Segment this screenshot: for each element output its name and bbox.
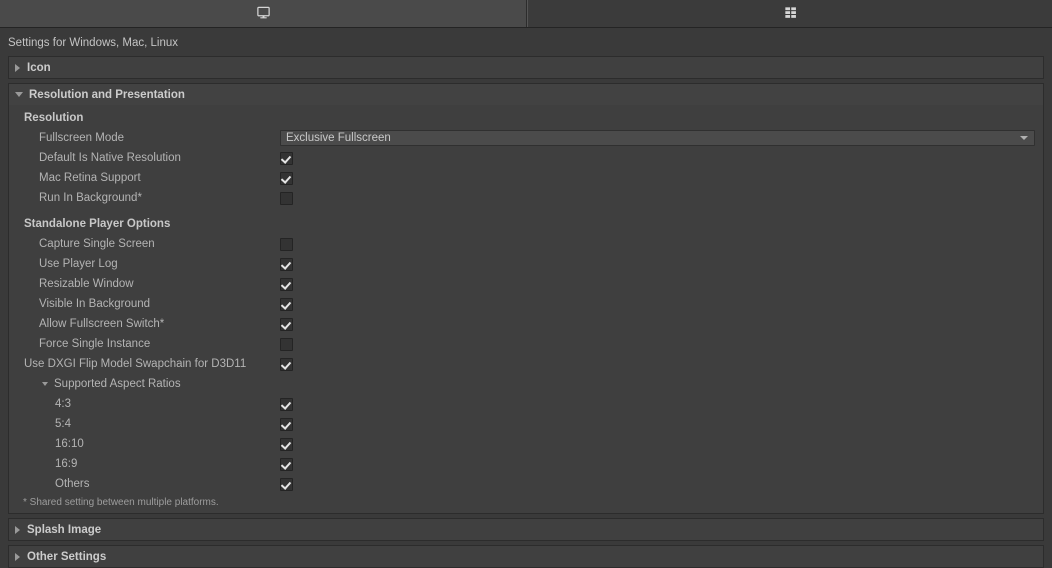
section-other-settings[interactable]: Other Settings [8,545,1044,568]
row-visible-in-background: Visible In Background [9,294,1043,314]
section-other-settings-header[interactable]: Other Settings [9,546,1043,567]
sidebar-item-other-settings[interactable] [527,0,1052,27]
section-resolution-and-presentation-header[interactable]: Resolution and Presentation [9,84,1043,105]
triangle-right-icon[interactable] [15,525,20,534]
label-aspect-ratio-16-9: 16:9 [55,458,78,470]
field-default-is-native-resolution [280,151,293,165]
row-aspect-ratio-5-4: 5:4 [9,414,1043,434]
field-allow-fullscreen-switch [280,317,293,331]
subsection-supported-aspect-ratios-title: Supported Aspect Ratios [54,378,181,390]
section-splash-image-title: Splash Image [27,523,102,536]
fullscreen-mode-dropdown[interactable]: Exclusive Fullscreen [280,130,1035,146]
section-resolution-and-presentation: Resolution and Presentation Resolution F… [8,83,1044,514]
field-aspect-ratio-others [280,477,293,491]
sidebar-item-platform-settings[interactable] [0,0,527,27]
field-use-player-log [280,257,293,271]
checkbox-capture-single-screen[interactable] [280,237,293,251]
label-run-in-background: Run In Background* [39,192,142,204]
field-aspect-ratio-16-9 [280,457,293,471]
settings-for-label: Settings for Windows, Mac, Linux [8,37,179,49]
checkbox-force-single-instance[interactable] [280,337,293,351]
label-aspect-ratio-others: Others [55,478,90,490]
field-aspect-ratio-5-4 [280,417,293,431]
checkbox-aspect-ratio-4-3[interactable] [280,397,293,411]
checkbox-aspect-ratio-16-9[interactable] [280,457,293,471]
checkbox-use-player-log[interactable] [280,257,293,271]
checkbox-run-in-background[interactable] [280,191,293,205]
checkbox-default-is-native-resolution[interactable] [280,151,293,165]
field-visible-in-background [280,297,293,311]
triangle-down-icon[interactable] [42,382,48,386]
label-allow-fullscreen-switch: Allow Fullscreen Switch* [39,318,165,330]
section-splash-image[interactable]: Splash Image [8,518,1044,541]
label-capture-single-screen: Capture Single Screen [39,238,155,250]
label-aspect-ratio-16-10: 16:10 [55,438,84,450]
checkbox-aspect-ratio-16-10[interactable] [280,437,293,451]
triangle-right-icon[interactable] [15,63,20,72]
field-force-single-instance [280,337,293,351]
checkbox-aspect-ratio-5-4[interactable] [280,417,293,431]
row-fullscreen-mode: Fullscreen Mode Exclusive Fullscreen [9,128,1043,148]
chevron-down-icon [1020,136,1028,140]
label-resizable-window: Resizable Window [39,278,134,290]
row-aspect-ratio-4-3: 4:3 [9,394,1043,414]
row-use-player-log: Use Player Log [9,254,1043,274]
section-icon[interactable]: Icon [8,56,1044,79]
field-mac-retina-support [280,171,293,185]
row-allow-fullscreen-switch: Allow Fullscreen Switch* [9,314,1043,334]
shared-setting-footnote: * Shared setting between multiple platfo… [23,497,219,508]
label-use-dxgi-flip-model-swapchain: Use DXGI Flip Model Swapchain for D3D11 [24,358,247,370]
section-splash-image-header[interactable]: Splash Image [9,519,1043,540]
section-resolution-and-presentation-title: Resolution and Presentation [29,88,185,101]
checkbox-aspect-ratio-others[interactable] [280,477,293,491]
checkbox-visible-in-background[interactable] [280,297,293,311]
section-icon-title: Icon [27,61,51,74]
row-aspect-ratio-16-10: 16:10 [9,434,1043,454]
grid-settings-icon [783,5,798,23]
field-resizable-window [280,277,293,291]
group-header-standalone-player-options: Standalone Player Options [9,214,1043,234]
row-mac-retina-support: Mac Retina Support [9,168,1043,188]
row-run-in-background: Run In Background* [9,188,1043,208]
label-use-player-log: Use Player Log [39,258,118,270]
row-resizable-window: Resizable Window [9,274,1043,294]
subsection-supported-aspect-ratios-toggle[interactable]: Supported Aspect Ratios [9,378,181,390]
section-other-settings-title: Other Settings [27,550,107,563]
checkbox-use-dxgi-flip-model-swapchain[interactable] [280,357,293,371]
triangle-right-icon[interactable] [15,552,20,561]
resolution-and-presentation-body: Resolution Fullscreen Mode Exclusive Ful… [9,105,1043,513]
fullscreen-mode-value: Exclusive Fullscreen [286,132,391,144]
field-capture-single-screen [280,237,293,251]
triangle-down-icon[interactable] [15,92,23,97]
field-run-in-background [280,191,293,205]
label-aspect-ratio-5-4: 5:4 [55,418,71,430]
label-mac-retina-support: Mac Retina Support [39,172,141,184]
subsection-supported-aspect-ratios-header[interactable]: Supported Aspect Ratios [9,374,1043,394]
label-force-single-instance: Force Single Instance [39,338,151,350]
field-use-dxgi-flip-model-swapchain [280,357,293,371]
checkbox-mac-retina-support[interactable] [280,171,293,185]
label-default-is-native-resolution: Default Is Native Resolution [39,152,181,164]
label-aspect-ratio-4-3: 4:3 [55,398,71,410]
row-capture-single-screen: Capture Single Screen [9,234,1043,254]
monitor-icon [256,5,271,23]
field-aspect-ratio-16-10 [280,437,293,451]
platform-tab-strip [0,0,1052,28]
row-force-single-instance: Force Single Instance [9,334,1043,354]
group-label-standalone-player-options: Standalone Player Options [24,218,171,230]
label-visible-in-background: Visible In Background [39,298,151,310]
checkbox-resizable-window[interactable] [280,277,293,291]
section-icon-header[interactable]: Icon [9,57,1043,78]
row-aspect-ratio-others: Others [9,474,1043,494]
group-label-resolution: Resolution [24,112,84,124]
field-aspect-ratio-4-3 [280,397,293,411]
row-default-is-native-resolution: Default Is Native Resolution [9,148,1043,168]
row-use-dxgi-flip-model-swapchain: Use DXGI Flip Model Swapchain for D3D11 [9,354,1043,374]
row-aspect-ratio-16-9: 16:9 [9,454,1043,474]
label-fullscreen-mode: Fullscreen Mode [39,132,125,144]
checkbox-allow-fullscreen-switch[interactable] [280,317,293,331]
group-header-resolution: Resolution [9,108,1043,128]
